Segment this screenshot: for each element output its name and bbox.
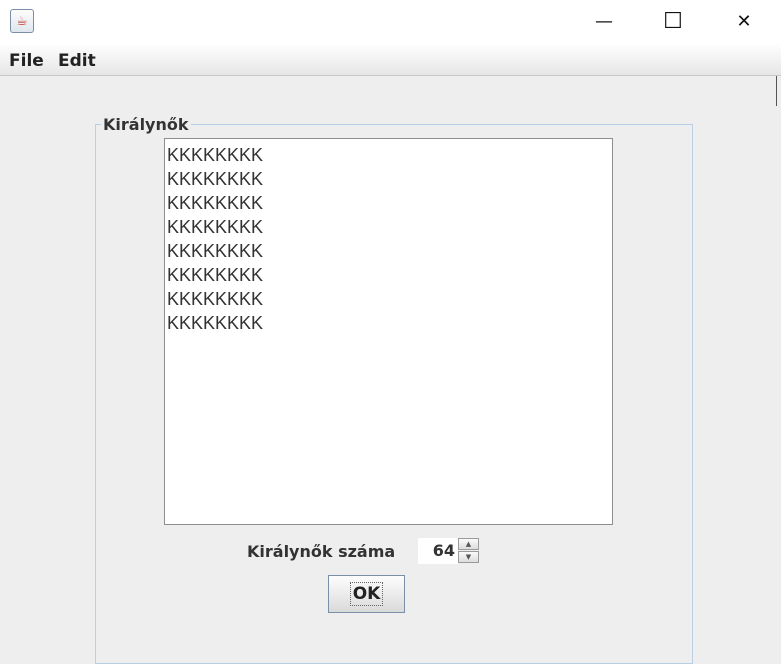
chevron-down-icon: ▼ (465, 553, 472, 561)
board-row: KKKKKKKK (167, 217, 264, 237)
board-row: KKKKKKKK (167, 193, 264, 213)
close-button[interactable]: ✕ (721, 0, 767, 43)
java-app-icon[interactable]: ☕ (10, 9, 34, 33)
maximize-icon: ☐ (663, 9, 683, 34)
chevron-up-icon: ▲ (465, 540, 472, 548)
menu-file[interactable]: File (9, 51, 44, 71)
minimize-button[interactable]: — (581, 0, 627, 43)
board-row: KKKKKKKK (167, 265, 264, 285)
board-row: KKKKKKKK (167, 169, 264, 189)
spinner-down-button[interactable]: ▼ (458, 551, 479, 563)
spinner-up-button[interactable]: ▲ (458, 538, 479, 550)
ok-button[interactable]: OK (328, 575, 405, 613)
board-text-area[interactable]: KKKKKKKK KKKKKKKK KKKKKKKK KKKKKKKK KKKK… (164, 138, 613, 525)
queen-count-label: Királynők száma (247, 542, 396, 561)
queen-count-input[interactable]: 64 (418, 538, 458, 564)
menu-edit[interactable]: Edit (58, 51, 96, 71)
close-icon: ✕ (736, 11, 752, 32)
board-row: KKKKKKKK (167, 289, 264, 309)
board-row: KKKKKKKK (167, 145, 264, 165)
ok-label: OK (349, 582, 384, 606)
queen-count-spinner[interactable]: 64 ▲ ▼ (418, 538, 480, 564)
board-row: KKKKKKKK (167, 313, 264, 333)
board-row: KKKKKKKK (167, 241, 264, 261)
group-title: Királynők (101, 115, 191, 134)
title-bar: ☕ — ☐ ✕ (0, 0, 781, 43)
maximize-button[interactable]: ☐ (650, 0, 696, 43)
window-edge (776, 76, 777, 106)
minimize-icon: — (595, 11, 613, 32)
menu-bar: File Edit (0, 43, 781, 76)
